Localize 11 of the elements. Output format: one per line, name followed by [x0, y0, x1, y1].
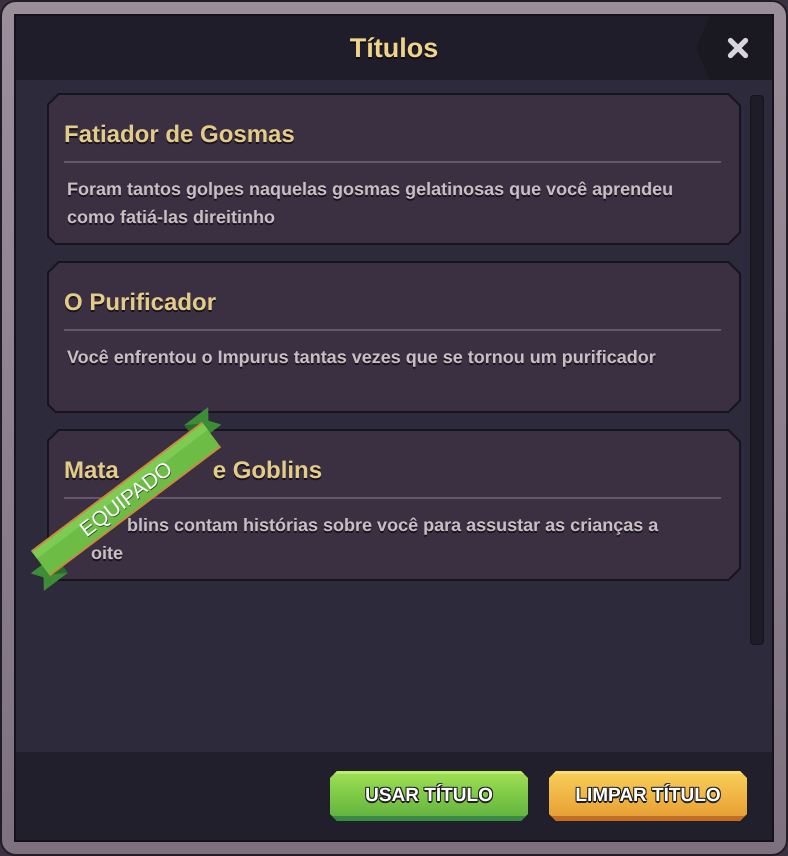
title-description: Você enfrentou o Impurus tantas vezes que se tornou um purificador	[67, 346, 657, 369]
close-button[interactable]	[696, 16, 772, 80]
title-description: Foram tantos golpes naquelas gosmas gelatinosas que você aprendeu como fatiá-las direitinho	[67, 178, 674, 229]
window-title: Títulos	[350, 32, 438, 65]
title-description: oite	[91, 543, 124, 563]
title-name: O Purificador	[64, 288, 216, 318]
scrollbar[interactable]	[750, 95, 764, 645]
title-name: e Goblins	[212, 456, 322, 486]
title-card[interactable]: O Purificador Você enfrentou o Impurus tantas vezes que se tornou um purificador	[47, 261, 741, 413]
title-card[interactable]: Fatiador de Gosmas Foram tantos golpes naquelas gosmas gelatinosas que você aprendeu como fatiá-las direitinho	[47, 93, 741, 245]
title-name: Fatiador de Gosmas	[64, 120, 295, 150]
